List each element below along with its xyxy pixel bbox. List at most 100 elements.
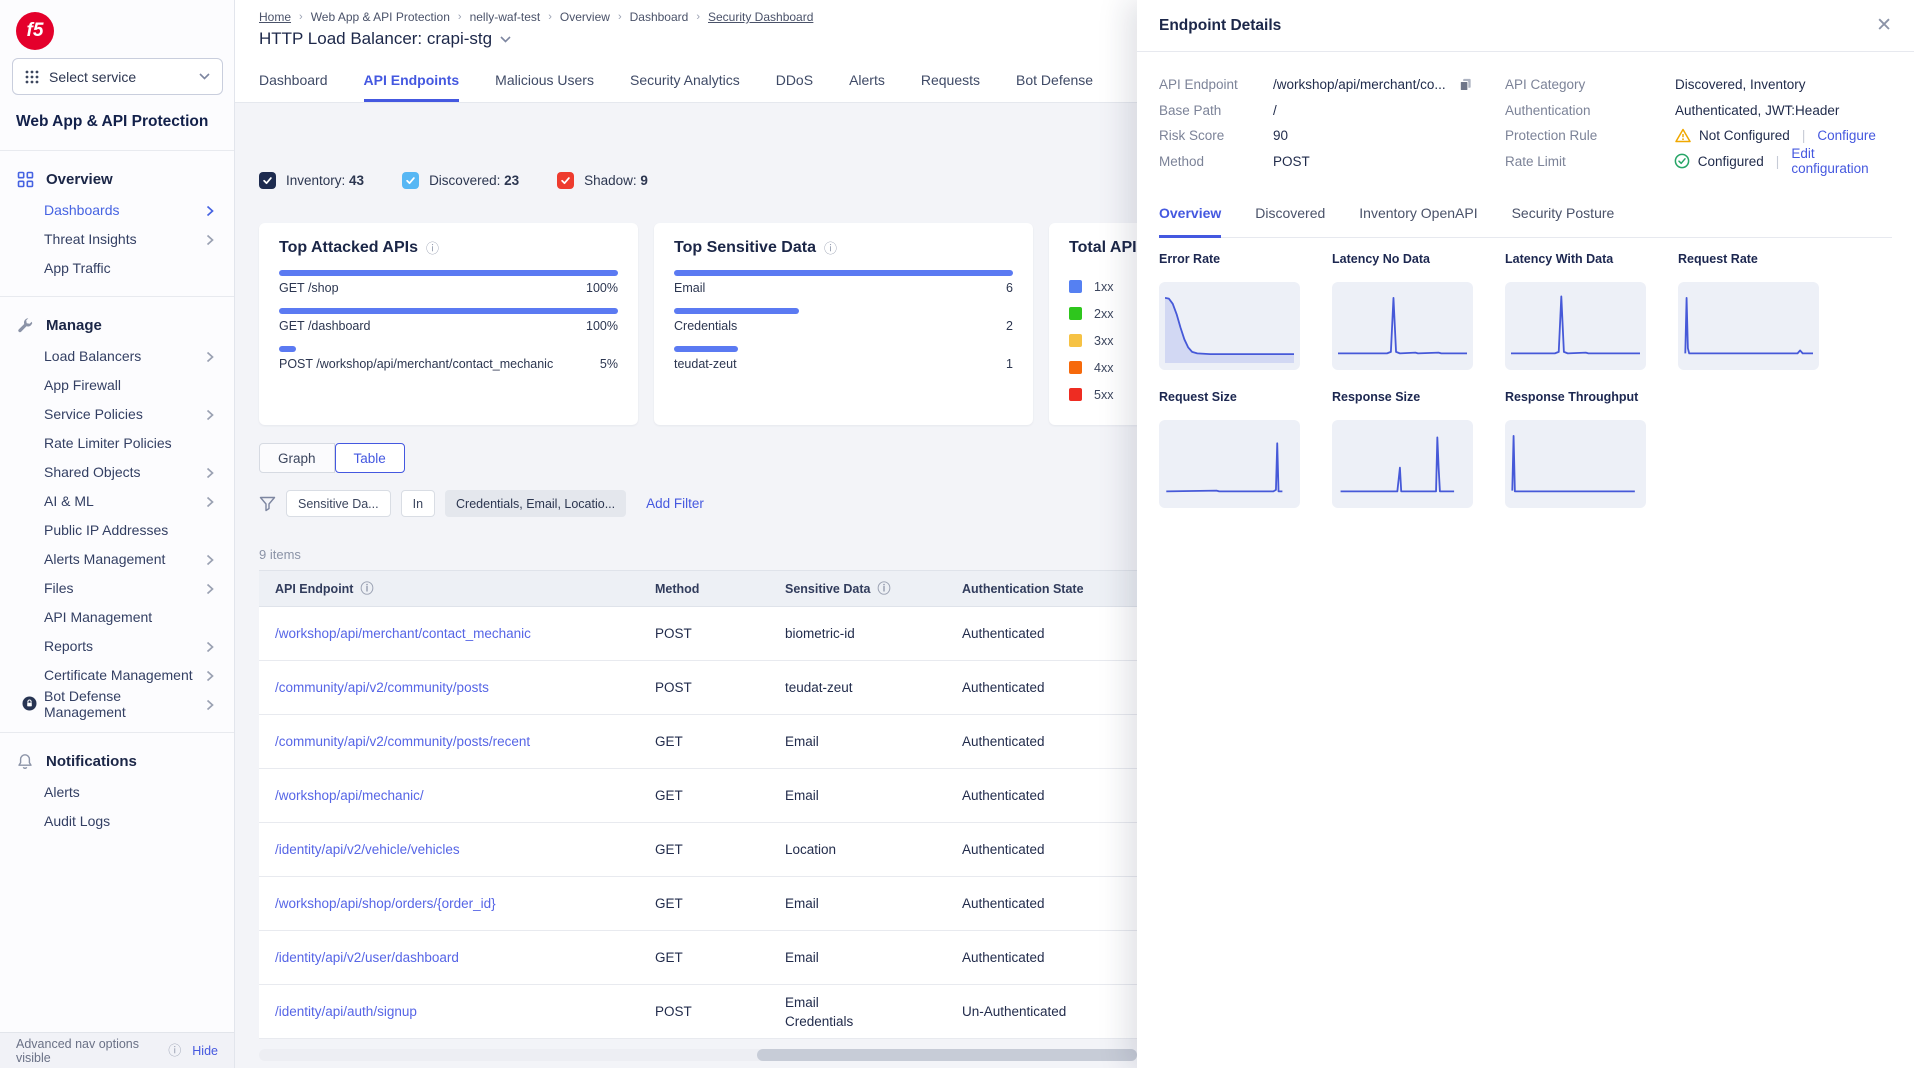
sidebar-item-dashboards[interactable]: Dashboards <box>0 195 234 224</box>
filter-checkbox-discovered[interactable]: Discovered: 23 <box>402 172 519 189</box>
endpoint-link[interactable]: /workshop/api/shop/orders/{order_id} <box>275 896 655 911</box>
sidebar-item-reports[interactable]: Reports <box>0 631 234 660</box>
f5-logo[interactable]: f5 <box>16 12 54 50</box>
nav-section-header-manage[interactable]: Manage <box>0 309 234 341</box>
info-icon[interactable]: ⓘ <box>360 582 373 595</box>
sidebar-item-bot-defense-management[interactable]: Bot Defense Management <box>0 689 234 718</box>
endpoint-link[interactable]: /community/api/v2/community/posts/recent <box>275 734 655 749</box>
close-icon[interactable]: ✕ <box>1876 16 1892 35</box>
breadcrumb-item-dashboard[interactable]: Dashboard <box>630 10 689 24</box>
sidebar-item-threat-insights[interactable]: Threat Insights <box>0 224 234 253</box>
checkbox-inventory[interactable] <box>259 172 276 189</box>
breadcrumb-item-home[interactable]: Home <box>259 10 291 24</box>
checkbox-discovered[interactable] <box>402 172 419 189</box>
chart-title: Request Size <box>1159 390 1300 404</box>
sidebar-item-alerts-management[interactable]: Alerts Management <box>0 544 234 573</box>
col-sensitive-data: Sensitive Dataⓘ <box>785 582 962 596</box>
sidebar-item-load-balancers[interactable]: Load Balancers <box>0 341 234 370</box>
tab-alerts[interactable]: Alerts <box>849 62 885 102</box>
field-value-text: / <box>1273 103 1277 118</box>
bar-label[interactable]: Email <box>674 281 705 295</box>
sidebar-item-app-firewall[interactable]: App Firewall <box>0 370 234 399</box>
sidebar-item-ai-ml[interactable]: AI & ML <box>0 486 234 515</box>
sidebar-item-certificate-management[interactable]: Certificate Management <box>0 660 234 689</box>
chart-latency-no-data: Latency No Data <box>1332 252 1473 370</box>
sidebar-item-public-ip-addresses[interactable]: Public IP Addresses <box>0 515 234 544</box>
tab-malicious-users[interactable]: Malicious Users <box>495 62 594 102</box>
filter-operator-chip[interactable]: In <box>401 490 435 517</box>
chevron-down-icon[interactable] <box>500 36 511 43</box>
panel-tab-discovered[interactable]: Discovered <box>1255 200 1325 238</box>
filter-checkbox-shadow[interactable]: Shadow: 9 <box>557 172 648 189</box>
nav-item-label: Service Policies <box>44 406 206 422</box>
breadcrumb-item-overview[interactable]: Overview <box>560 10 610 24</box>
sidebar-item-alerts[interactable]: Alerts <box>0 777 234 806</box>
endpoint-link[interactable]: /identity/api/auth/signup <box>275 1004 655 1019</box>
bar-label[interactable]: Credentials <box>674 319 737 333</box>
tab-security-analytics[interactable]: Security Analytics <box>630 62 740 102</box>
tab-bot-defense[interactable]: Bot Defense <box>1016 62 1093 102</box>
panel-tab-inventory-openapi[interactable]: Inventory OpenAPI <box>1359 200 1477 238</box>
copy-icon[interactable] <box>1458 77 1473 92</box>
filter-checkbox-inventory[interactable]: Inventory: 43 <box>259 172 364 189</box>
endpoint-link[interactable]: /community/api/v2/community/posts <box>275 680 655 695</box>
horizontal-scrollbar[interactable] <box>259 1049 1137 1061</box>
tab-dashboard[interactable]: Dashboard <box>259 62 328 102</box>
method-cell: GET <box>655 894 785 913</box>
breadcrumb-item-web-app-api-protection[interactable]: Web App & API Protection <box>311 10 450 24</box>
tab-ddos[interactable]: DDoS <box>776 62 813 102</box>
nav-item-label: Shared Objects <box>44 464 206 480</box>
chart-latency-with-data: Latency With Data <box>1505 252 1646 370</box>
nav-section-header-notifications[interactable]: Notifications <box>0 745 234 777</box>
sidebar-item-service-policies[interactable]: Service Policies <box>0 399 234 428</box>
sidebar-item-audit-logs[interactable]: Audit Logs <box>0 806 234 835</box>
field-method: MethodPOST <box>1159 149 1473 175</box>
scrollbar-thumb[interactable] <box>757 1049 1137 1061</box>
panel-tab-security-posture[interactable]: Security Posture <box>1512 200 1615 238</box>
info-icon[interactable]: ⓘ <box>877 582 890 595</box>
select-service-dropdown[interactable]: Select service <box>12 58 223 95</box>
tab-api-endpoints[interactable]: API Endpoints <box>364 62 460 102</box>
info-icon[interactable]: ⓘ <box>426 242 439 255</box>
hide-nav-link[interactable]: Hide <box>192 1044 218 1058</box>
endpoint-link[interactable]: /identity/api/v2/vehicle/vehicles <box>275 842 655 857</box>
sidebar-item-shared-objects[interactable]: Shared Objects <box>0 457 234 486</box>
panel-title: Endpoint Details <box>1159 17 1876 35</box>
nav-section-overview: OverviewDashboardsThreat InsightsApp Tra… <box>0 151 234 297</box>
bar-label[interactable]: GET /dashboard <box>279 319 371 333</box>
sidebar-item-app-traffic[interactable]: App Traffic <box>0 253 234 282</box>
bar-value: 6 <box>1006 281 1013 295</box>
nav-section-header-overview[interactable]: Overview <box>0 163 234 195</box>
field-label: Base Path <box>1159 103 1273 118</box>
nav-item-label: Load Balancers <box>44 348 206 364</box>
link-configure[interactable]: Configure <box>1817 128 1876 143</box>
tab-requests[interactable]: Requests <box>921 62 980 102</box>
checkbox-shadow[interactable] <box>557 172 574 189</box>
add-filter-link[interactable]: Add Filter <box>646 496 704 511</box>
table-view-button[interactable]: Table <box>335 443 405 473</box>
bar-label[interactable]: teudat-zeut <box>674 357 737 371</box>
link-edit-configuration[interactable]: Edit configuration <box>1791 146 1894 176</box>
bar-label[interactable]: GET /shop <box>279 281 339 295</box>
info-icon[interactable]: ⓘ <box>824 242 837 255</box>
breadcrumb-item-security-dashboard[interactable]: Security Dashboard <box>708 10 813 24</box>
filter-field-chip[interactable]: Sensitive Da... <box>286 490 391 517</box>
bar-label[interactable]: POST /workshop/api/merchant/contact_mech… <box>279 357 553 371</box>
endpoint-link[interactable]: /identity/api/v2/user/dashboard <box>275 950 655 965</box>
info-icon[interactable]: ⓘ <box>168 1044 181 1057</box>
funnel-icon[interactable] <box>259 496 276 512</box>
endpoint-link[interactable]: /workshop/api/merchant/contact_mechanic <box>275 626 655 641</box>
sidebar-item-api-management[interactable]: API Management <box>0 602 234 631</box>
page-title-row[interactable]: HTTP Load Balancer: crapi-stg <box>259 29 511 49</box>
chart-response-size: Response Size <box>1332 390 1473 508</box>
sidebar-item-rate-limiter-policies[interactable]: Rate Limiter Policies <box>0 428 234 457</box>
chart-box <box>1159 282 1300 370</box>
endpoint-link[interactable]: /workshop/api/mechanic/ <box>275 788 655 803</box>
breadcrumb-item-nelly-waf-test[interactable]: nelly-waf-test <box>470 10 541 24</box>
graph-view-button[interactable]: Graph <box>259 443 335 473</box>
card-title: Top Sensitive Data <box>674 239 816 257</box>
sidebar-item-files[interactable]: Files <box>0 573 234 602</box>
filter-value-chip[interactable]: Credentials, Email, Locatio... <box>445 490 626 517</box>
chevron-right-icon: › <box>618 11 622 23</box>
panel-tab-overview[interactable]: Overview <box>1159 200 1221 238</box>
